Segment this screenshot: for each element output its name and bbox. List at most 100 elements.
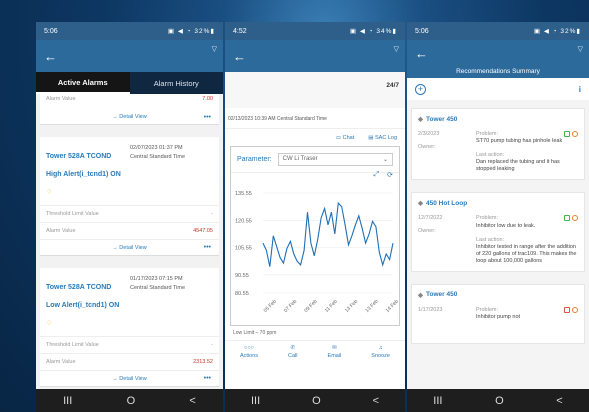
snooze-label: Snooze	[371, 353, 390, 359]
more-icon[interactable]: •••	[204, 375, 211, 382]
rec-date: 12/7/2022	[418, 215, 443, 222]
alarm-value: 7.00	[202, 96, 213, 102]
gap	[407, 100, 589, 108]
alarm-value: 4547.05	[193, 228, 213, 234]
call-button[interactable]: ✆ Call	[288, 345, 297, 368]
detail-view-link[interactable]: → Detail View •••	[40, 370, 219, 386]
info-icon[interactable]: i	[579, 85, 581, 94]
owner-label: Owner:	[418, 144, 436, 150]
check-icon[interactable]	[564, 215, 571, 222]
back-arrow-icon[interactable]: ←	[44, 49, 57, 64]
gap	[36, 256, 223, 268]
gap	[36, 125, 223, 137]
alarm-card[interactable]: Tower 528A TCOND High Alert(i_tcnd1) ON …	[40, 137, 219, 256]
page-title: Recommendations Summary	[456, 68, 540, 75]
recommendation-card[interactable]: ◆ Tower 450 1/17/2023 Problem: Inhibitor …	[411, 283, 585, 344]
back-arrow-icon[interactable]: ←	[233, 49, 246, 64]
add-icon[interactable]: +	[415, 83, 426, 95]
alarm-value: 2313.52	[193, 359, 213, 365]
recommendation-card[interactable]: ◆ Tower 450 2/3/2023 Owner: Problem: ST70 …	[411, 108, 585, 181]
parameter-select[interactable]: CW Li Traser ⌄	[277, 153, 393, 166]
recommendation-card[interactable]: ◆ 450 Hot Loop 12/7/2022 Owner: Problem: I…	[411, 192, 585, 272]
signal-icon: ▽	[393, 46, 399, 53]
x-tick-label: 09 Feb	[303, 299, 318, 314]
low-limit-text: Low Limit – 70 ppm	[225, 326, 405, 340]
more-icon[interactable]: •••	[204, 114, 211, 121]
home-icon[interactable]: O	[312, 395, 321, 407]
home-icon[interactable]: O	[127, 395, 136, 407]
rec-tower: Tower 450	[426, 115, 458, 123]
home-icon[interactable]: O	[495, 395, 504, 407]
recents-icon[interactable]: III	[433, 395, 442, 407]
toolbar: + i	[407, 78, 589, 100]
recents-icon[interactable]: III	[251, 395, 260, 407]
y-tick-label: 90.55	[235, 273, 249, 279]
detail-view-label: Detail View	[119, 114, 147, 120]
parameter-chart-card: Parameter: CW Li Traser ⌄ ⤢ ⟳ 135.55 120.55…	[230, 146, 400, 326]
back-icon[interactable]: <	[556, 395, 562, 407]
action-text: Dan replaced the tubing and it has stopp…	[476, 159, 560, 173]
alarm-card[interactable]: Tower 528A TCOND Low Alert(i_tcnd1) ON ♢…	[40, 268, 219, 387]
alarm-title: Tower 528A TCOND Low Alert(i_tcnd1) ON ♢	[46, 276, 126, 330]
problem-text: Inhibitor pump not	[476, 314, 521, 321]
parameter-value: CW Li Traser	[282, 156, 318, 162]
detail-view-label: Detail View	[119, 244, 147, 251]
signal-icon: ▽	[211, 46, 217, 53]
detail-view-link[interactable]: → Detail View •••	[40, 110, 219, 124]
rec-date: 1/17/2023	[418, 306, 443, 313]
parameter-chart: 135.55 120.55 105.55 90.55 80.55 05 Feb 07 Feb…	[235, 191, 399, 314]
alarm-card-partial: Alarm Value 7.00 → Detail View •••	[40, 94, 219, 125]
actions-button[interactable]: ○○○ Actions	[240, 345, 258, 368]
problem-text: ST70 pump tubing has pinhole leak	[476, 138, 563, 145]
y-tick-label: 135.55	[235, 191, 252, 197]
status-icons: ▣ ◀ ◔ 34%▮	[349, 28, 397, 35]
alarm-title-text: Tower 528A TCOND High Alert(i_tcnd1) ON	[46, 153, 121, 178]
back-icon[interactable]: <	[373, 395, 379, 407]
call-label: Call	[288, 353, 298, 359]
action-text: Inhibitor tested in range after the addi…	[476, 243, 577, 264]
refresh-icon[interactable]: ⟳	[387, 171, 393, 179]
status-icons: ▣ ◀ ◔ 32%▮	[167, 28, 215, 35]
chevron-down-icon: ⌄	[382, 157, 388, 163]
x-tick-label: 07 Feb	[283, 299, 298, 314]
recents-icon[interactable]: III	[63, 395, 72, 407]
diamond-icon: ◆	[418, 200, 423, 208]
threshold-label: Threshold Limit Value	[46, 342, 99, 348]
detail-view-link[interactable]: → Detail View •••	[40, 239, 219, 255]
checkbox-icon[interactable]	[564, 306, 571, 313]
status-bar: 5:06 ▣ ◀ ◔ 32%▮	[407, 22, 589, 40]
chevron-icon: →	[112, 244, 120, 251]
app-bar: ← Recommendations Summary ▽	[407, 40, 589, 78]
check-icon[interactable]	[564, 131, 571, 137]
alarm-value-label: Alarm Value	[46, 359, 76, 365]
clock: 4:52	[233, 27, 247, 35]
alarm-value-label: Alarm Value	[46, 228, 76, 234]
more-icon[interactable]: •••	[204, 244, 211, 251]
back-arrow-icon[interactable]: ←	[415, 46, 428, 61]
chevron-icon: →	[112, 114, 120, 120]
email-label: Email	[327, 353, 342, 359]
x-tick-label: 13 Feb	[364, 299, 379, 314]
status-icons: ▣ ◀ ◔ 32%▮	[533, 28, 581, 35]
y-tick-label: 80.55	[235, 291, 249, 297]
bell-icon: ♫	[378, 345, 383, 351]
threshold-value: -	[211, 211, 213, 217]
back-icon[interactable]: <	[189, 395, 195, 407]
parameter-label: Parameter:	[237, 156, 272, 163]
chat-button[interactable]: ▭ Chat	[336, 135, 354, 141]
detail-view-label: Detail View	[119, 375, 147, 382]
android-nav-bar: III O <	[225, 389, 405, 412]
diamond-icon: ◆	[418, 116, 423, 123]
tab-alarm-history[interactable]: Alarm History	[130, 72, 224, 94]
app-bar: ← ▽	[225, 40, 405, 72]
snooze-button[interactable]: ♫ Snooze	[371, 345, 390, 368]
android-nav-bar: III O <	[407, 389, 589, 412]
expand-icon[interactable]: ⤢	[374, 171, 380, 179]
alarm-tz: Central Standard Time	[130, 154, 186, 160]
phone-recommendations: 5:06 ▣ ◀ ◔ 32%▮ ← Recommendations Summary…	[407, 22, 589, 412]
sac-log-button[interactable]: ▤ SAC Log	[368, 135, 397, 141]
alarm-tabs: Active Alarms Alarm History	[36, 72, 223, 94]
tab-active-alarms[interactable]: Active Alarms	[36, 72, 130, 94]
email-button[interactable]: ✉ Email	[328, 345, 342, 368]
threshold-label: Threshold Limit Value	[46, 211, 99, 217]
